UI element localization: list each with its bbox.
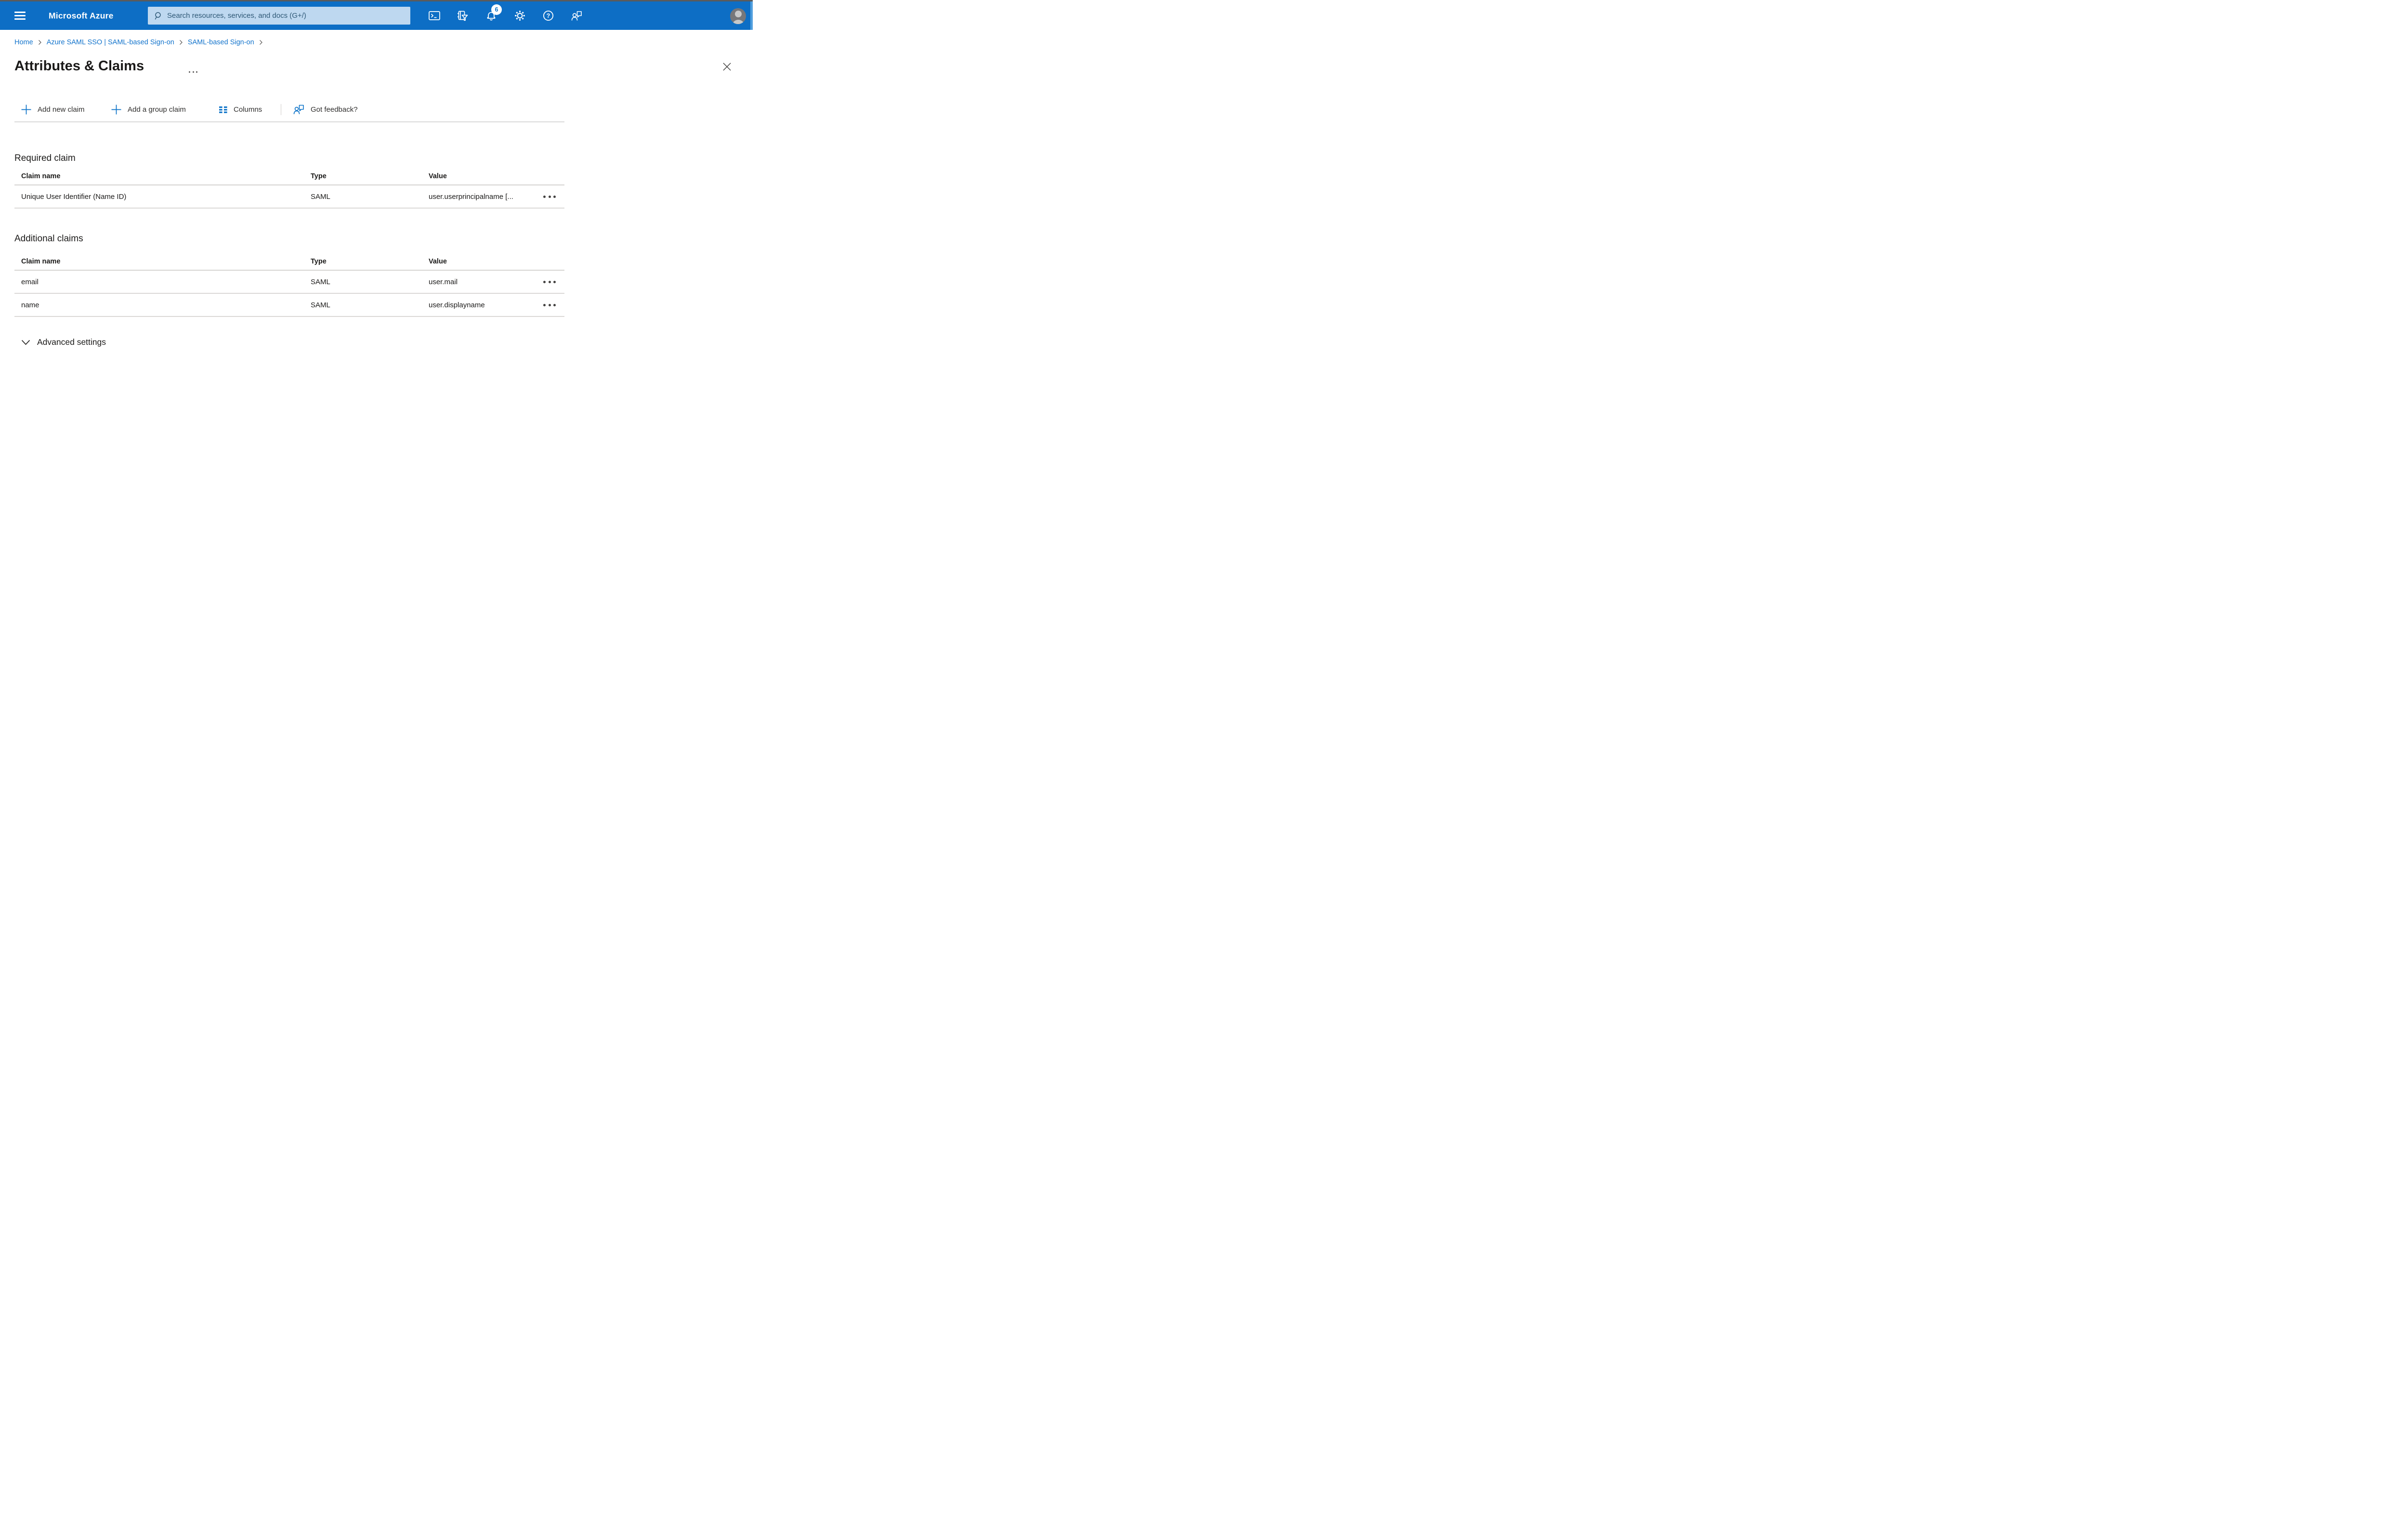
column-header-type: Type <box>311 172 327 180</box>
advanced-settings-toggle[interactable]: Advanced settings <box>21 337 106 347</box>
close-icon <box>722 62 731 71</box>
additional-claims-heading: Additional claims <box>14 234 83 244</box>
header-right-edge-strip <box>750 1 753 30</box>
chevron-right-icon <box>38 39 42 45</box>
chevron-right-icon <box>259 39 263 45</box>
row-context-menu-button[interactable] <box>542 278 557 286</box>
columns-label: Columns <box>234 105 262 114</box>
column-header-claim-name: Claim name <box>21 258 61 265</box>
claim-value-cell: user.mail <box>429 277 458 286</box>
add-new-claim-button[interactable]: Add new claim <box>21 102 85 117</box>
cloud-shell-icon[interactable] <box>424 5 445 26</box>
app-header-bar: Microsoft Azure Search resources, servic… <box>0 1 753 30</box>
table-row[interactable]: Unique User Identifier (Name ID) SAML us… <box>14 185 564 209</box>
claim-type-cell: SAML <box>311 277 330 286</box>
toolbar-rule <box>14 121 564 122</box>
claim-name-cell[interactable]: Unique User Identifier (Name ID) <box>14 193 311 201</box>
avatar-head-shape <box>734 11 742 17</box>
column-header-value: Value <box>429 172 447 180</box>
feedback-icon <box>293 105 304 114</box>
close-panel-button[interactable] <box>720 60 733 73</box>
hamburger-menu-button[interactable] <box>14 12 26 20</box>
claim-value-cell: user.userprincipalname [... <box>429 192 513 201</box>
table-header-row: Claim name Type Value <box>14 253 564 271</box>
directories-filter-icon[interactable] <box>452 5 473 26</box>
got-feedback-label: Got feedback? <box>311 105 358 114</box>
more-options-icon[interactable] <box>187 69 199 75</box>
row-context-menu-button[interactable] <box>542 301 557 309</box>
advanced-settings-label: Advanced settings <box>37 337 106 347</box>
required-claim-heading: Required claim <box>14 153 76 163</box>
claim-type-cell: SAML <box>311 192 330 201</box>
search-icon <box>155 12 161 20</box>
plus-icon <box>111 105 121 114</box>
user-avatar[interactable] <box>730 8 746 24</box>
required-claim-table: Claim name Type Value Unique User Identi… <box>14 168 564 209</box>
table-row[interactable]: email SAML user.mail <box>14 271 564 294</box>
table-row[interactable]: name SAML user.displayname <box>14 294 564 317</box>
breadcrumb-sso-link[interactable]: Azure SAML SSO | SAML-based Sign-on <box>47 39 174 46</box>
add-group-claim-label: Add a group claim <box>128 105 186 114</box>
claim-name-cell[interactable]: name <box>14 301 311 309</box>
column-header-claim-name: Claim name <box>21 172 61 180</box>
breadcrumb: Home Azure SAML SSO | SAML-based Sign-on… <box>14 39 263 46</box>
microsoft-azure-logo[interactable]: Microsoft Azure <box>49 11 114 21</box>
breadcrumb-home-link[interactable]: Home <box>14 39 33 46</box>
column-header-type: Type <box>311 258 327 265</box>
page-title: Attributes & Claims <box>14 58 144 74</box>
search-input[interactable] <box>167 12 406 20</box>
additional-claims-table: Claim name Type Value email SAML user.ma… <box>14 253 564 317</box>
add-new-claim-label: Add new claim <box>38 105 85 114</box>
command-toolbar: Add new claim Add a group claim Columns <box>14 102 564 117</box>
feedback-icon[interactable] <box>566 5 587 26</box>
plus-icon <box>21 105 31 114</box>
breadcrumb-saml-signon-link[interactable]: SAML-based Sign-on <box>188 39 254 46</box>
settings-gear-icon[interactable] <box>509 5 530 26</box>
notifications-bell-icon[interactable]: 6 <box>481 4 502 26</box>
claim-type-cell: SAML <box>311 301 330 309</box>
help-icon[interactable]: ? <box>537 5 559 26</box>
row-context-menu-button[interactable] <box>542 193 557 201</box>
azure-portal-screen: Microsoft Azure Search resources, servic… <box>0 0 753 381</box>
avatar-body-shape <box>732 20 745 24</box>
svg-text:?: ? <box>546 13 550 19</box>
add-group-claim-button[interactable]: Add a group claim <box>111 102 186 117</box>
table-header-row: Claim name Type Value <box>14 168 564 185</box>
global-search-box[interactable] <box>148 7 410 25</box>
got-feedback-button[interactable]: Got feedback? <box>293 102 358 117</box>
columns-icon <box>219 106 227 113</box>
column-header-value: Value <box>429 258 447 265</box>
chevron-down-icon <box>21 340 30 345</box>
notification-count-badge[interactable]: 6 <box>491 4 502 15</box>
chevron-right-icon <box>179 39 183 45</box>
claim-value-cell: user.displayname <box>429 301 485 309</box>
columns-button[interactable]: Columns <box>219 102 262 117</box>
claim-name-cell[interactable]: email <box>14 278 311 286</box>
header-icon-group: 6 ? <box>424 1 587 30</box>
